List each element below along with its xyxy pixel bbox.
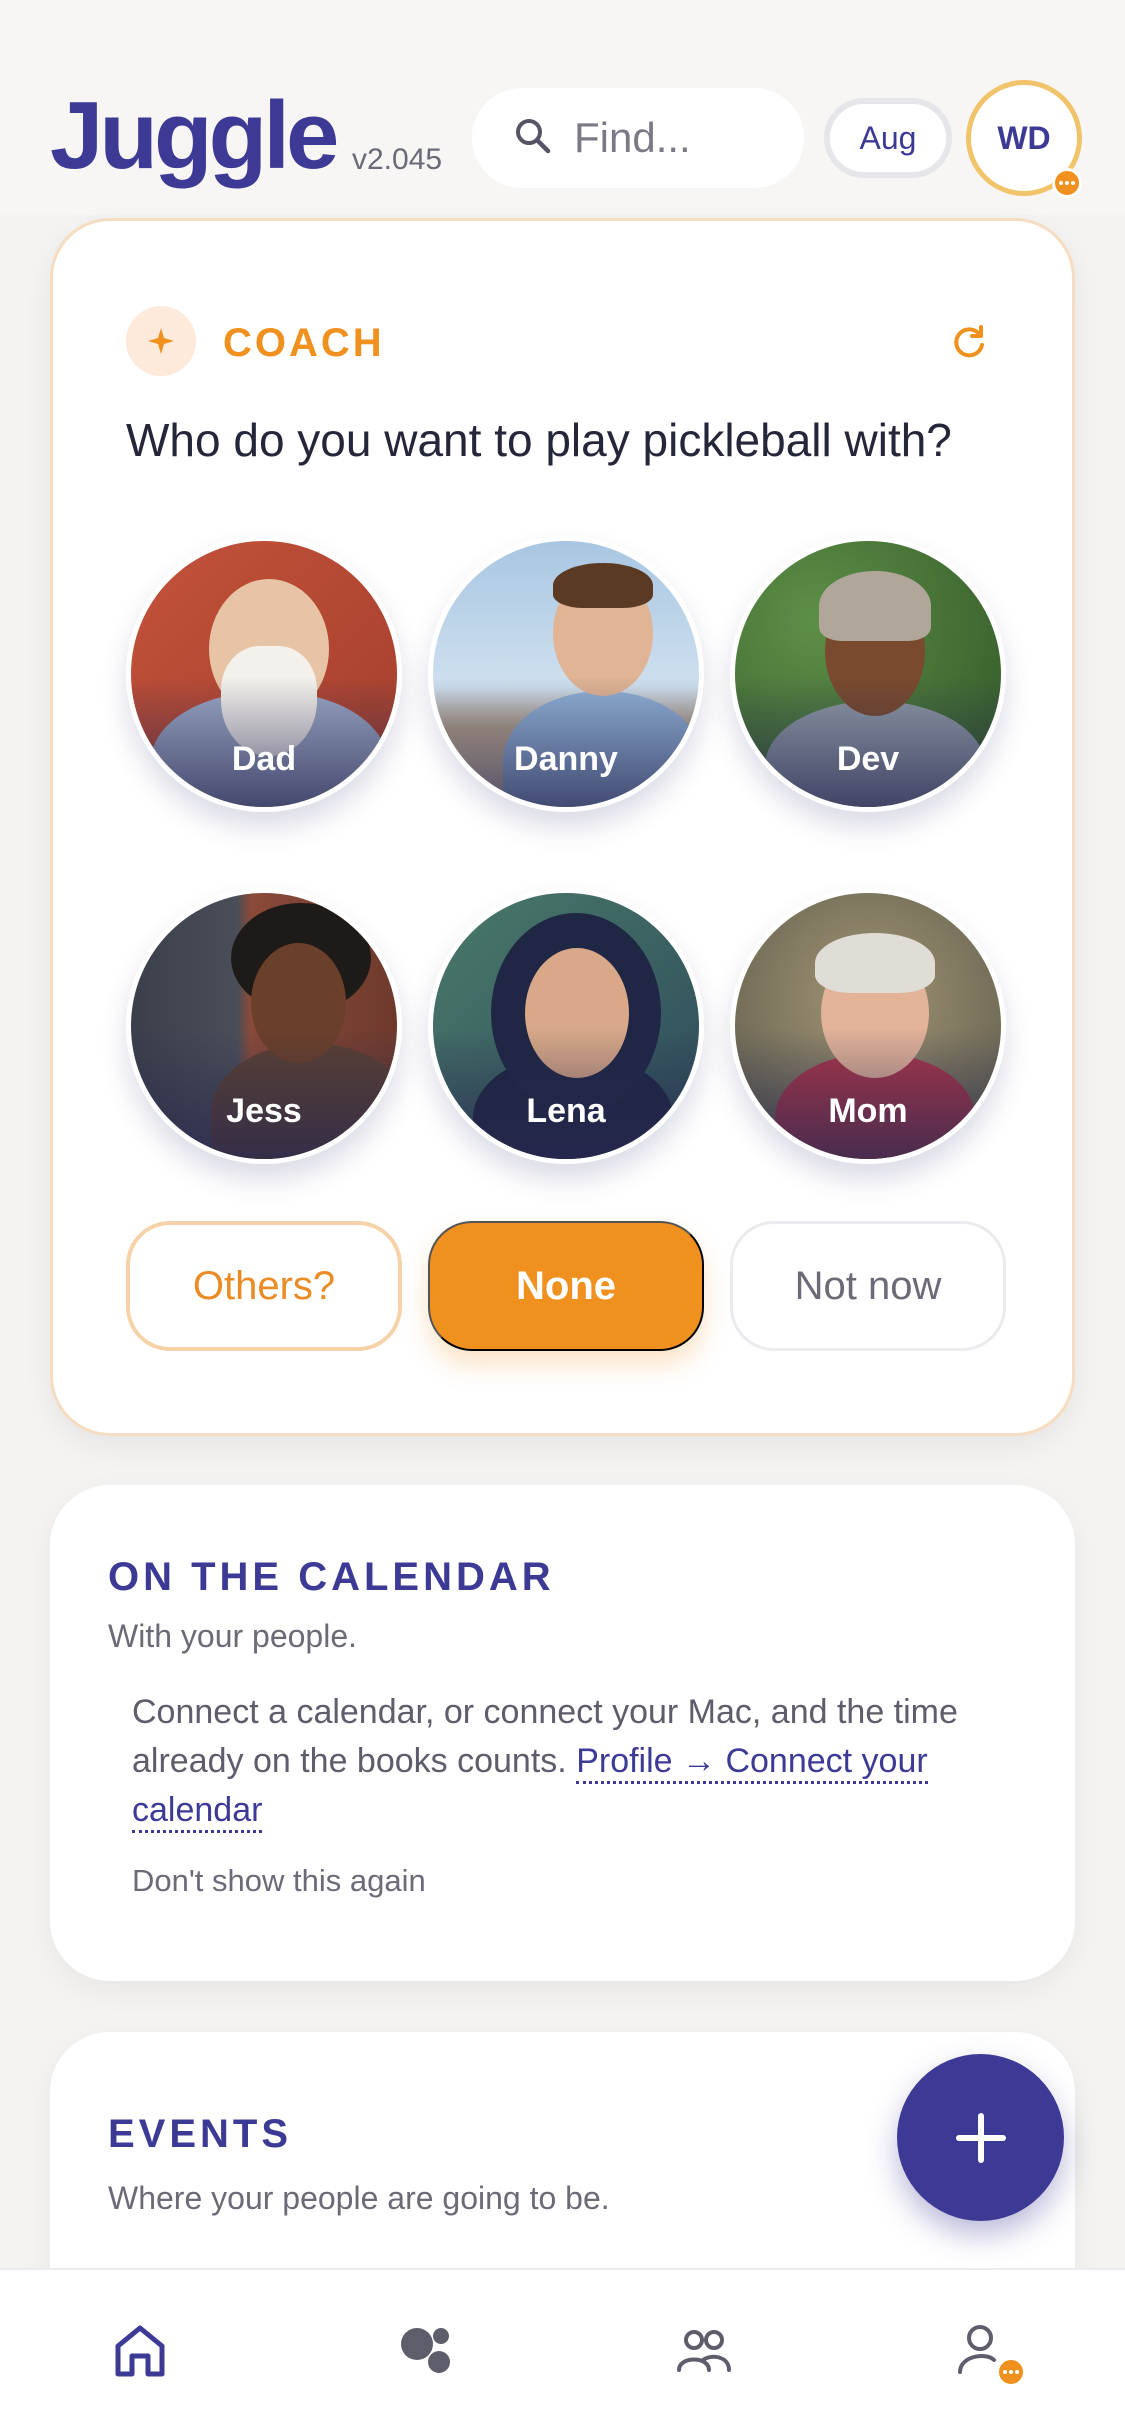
- none-button[interactable]: None: [428, 1221, 704, 1351]
- circles-icon: [401, 2328, 450, 2373]
- search-icon: [514, 117, 552, 160]
- person-name: Mom: [828, 1092, 908, 1130]
- nav-people[interactable]: [663, 2310, 743, 2390]
- coach-label: COACH: [223, 321, 385, 365]
- person-jess[interactable]: Jess: [126, 888, 402, 1164]
- person-dad[interactable]: Dad: [126, 536, 402, 812]
- coach-question: Who do you want to play pickleball with?: [126, 414, 952, 466]
- app-version: v2.045: [352, 143, 443, 176]
- person-name: Dev: [836, 740, 900, 778]
- bottom-nav: [0, 2268, 1125, 2436]
- people-icon: [677, 2330, 731, 2372]
- add-button[interactable]: [897, 2054, 1064, 2221]
- calendar-subtitle: With your people.: [108, 1618, 358, 1654]
- events-title: EVENTS: [108, 2112, 293, 2156]
- search-input[interactable]: [574, 114, 794, 162]
- not-now-button[interactable]: Not now: [730, 1221, 1006, 1351]
- more-badge-icon: [1052, 168, 1082, 198]
- person-name: Jess: [226, 1092, 302, 1130]
- person-name: Danny: [514, 740, 618, 778]
- person-danny[interactable]: Danny: [428, 536, 704, 812]
- calendar-title: ON THE CALENDAR: [108, 1555, 555, 1599]
- home-icon: [115, 2325, 165, 2377]
- sparkle-icon: [126, 306, 196, 376]
- month-selector[interactable]: Aug: [824, 98, 952, 178]
- app-logo[interactable]: Juggle: [50, 88, 339, 184]
- person-name: Dad: [231, 740, 297, 778]
- calendar-card: ON THE CALENDAR With your people. Connec…: [50, 1485, 1075, 1981]
- app-header: Juggle v2.045 Aug WD: [0, 0, 1125, 215]
- search-bar[interactable]: [472, 88, 804, 188]
- dont-show-again-link[interactable]: Don't show this again: [132, 1863, 426, 1899]
- people-grid: Dad Danny Dev Jess Lena Mom: [126, 536, 1006, 1166]
- person-lena[interactable]: Lena: [428, 888, 704, 1164]
- plus-icon: [955, 2112, 1006, 2163]
- others-button[interactable]: Others?: [126, 1221, 402, 1351]
- person-name: Lena: [526, 1092, 606, 1130]
- calendar-body: Connect a calendar, or connect your Mac,…: [132, 1688, 1012, 1835]
- person-mom[interactable]: Mom: [730, 888, 1006, 1164]
- nav-home[interactable]: [100, 2310, 180, 2390]
- profile-badge-icon: [996, 2357, 1026, 2387]
- person-dev[interactable]: Dev: [730, 536, 1006, 812]
- events-subtitle: Where your people are going to be.: [108, 2180, 610, 2216]
- coach-card: COACH Who do you want to play pickleball…: [50, 218, 1075, 1436]
- nav-circles[interactable]: [385, 2310, 465, 2390]
- coach-actions: Others? None Not now: [126, 1221, 1006, 1355]
- refresh-icon[interactable]: [948, 321, 990, 363]
